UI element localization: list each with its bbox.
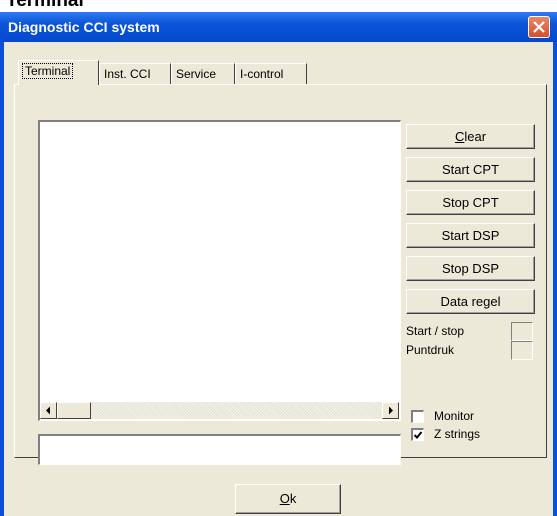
dialog-client-area: Terminal Inst. CCI Service I-control Cle… [4,42,553,516]
close-icon [533,21,545,33]
dialog-window: Diagnostic CCI system Terminal Inst. CCI… [0,12,557,516]
arrow-left-icon [46,406,50,415]
tab-label: Inst. CCI [104,67,151,81]
z-strings-checkbox[interactable] [411,428,424,441]
clear-mnemonic: C [454,129,465,144]
scroll-left-button[interactable] [40,402,57,419]
tab-service[interactable]: Service [171,63,235,84]
ok-label: k [289,491,297,506]
tab-terminal[interactable]: Terminal [18,60,99,85]
stop-cpt-button[interactable]: Stop CPT [406,190,535,215]
title-bar[interactable]: Diagnostic CCI system [0,12,557,42]
monitor-checkbox[interactable] [411,410,424,423]
puntdruk-label: Puntdruk [406,343,455,357]
tab-label: Service [176,67,217,81]
tab-label: Terminal [21,63,74,79]
page-heading: Terminal [6,0,84,11]
ok-button[interactable]: Ok [235,484,341,514]
scroll-thumb[interactable] [57,402,91,419]
close-button[interactable] [528,16,550,38]
scroll-right-button[interactable] [382,402,399,419]
clear-button[interactable]: Clear [406,124,535,149]
clear-label: lear [464,129,487,144]
terminal-output[interactable] [38,120,401,421]
arrow-right-icon [389,406,393,415]
checkmark-icon [413,431,423,439]
puntdruk-indicator [511,341,533,360]
command-input[interactable] [38,434,401,465]
start-dsp-button[interactable]: Start DSP [406,223,535,248]
data-regel-button[interactable]: Data regel [406,289,535,314]
z-strings-label: Z strings [434,427,481,441]
horizontal-scrollbar[interactable] [40,402,399,419]
tab-i-control[interactable]: I-control [235,63,307,84]
start-cpt-button[interactable]: Start CPT [406,157,535,182]
monitor-label: Monitor [434,409,475,423]
tab-label: I-control [240,67,284,81]
window-title: Diagnostic CCI system [8,19,160,35]
start-stop-label: Start / stop [406,324,465,338]
stop-dsp-button[interactable]: Stop DSP [406,256,535,281]
start-stop-indicator [511,322,533,341]
tab-inst-cci[interactable]: Inst. CCI [99,63,171,84]
ok-mnemonic: O [279,491,290,506]
